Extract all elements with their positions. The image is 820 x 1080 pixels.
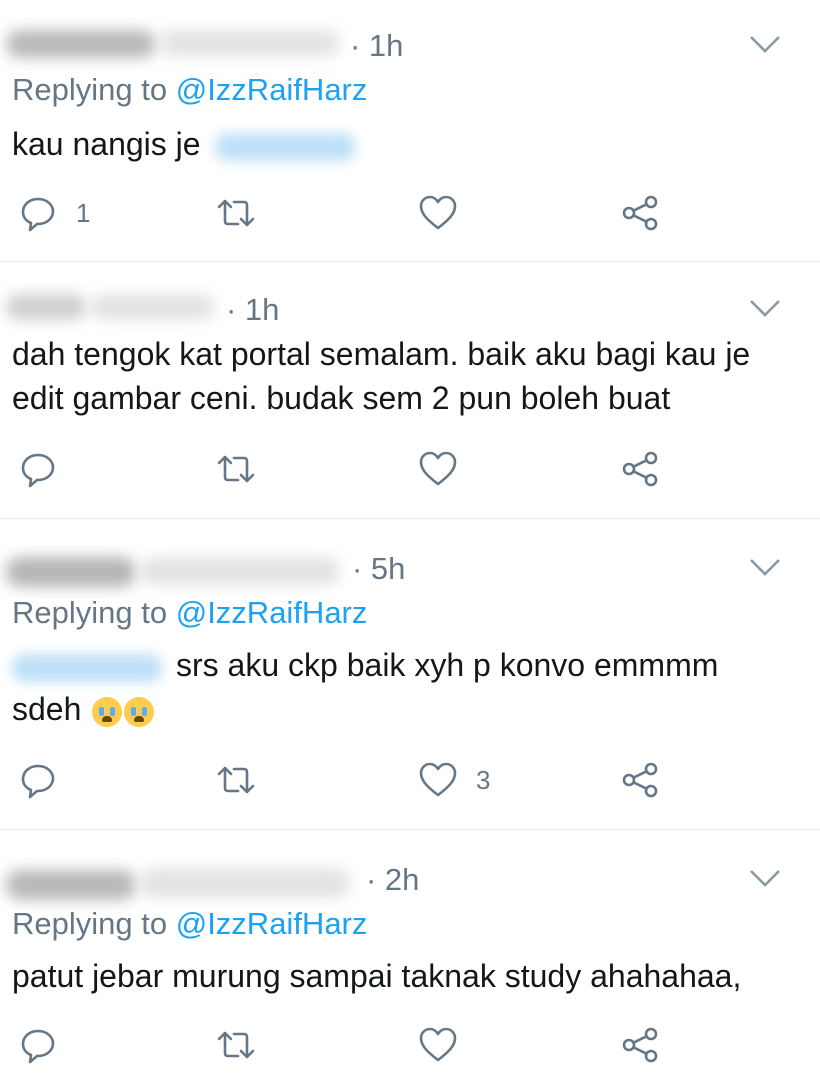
avatar-name-redacted [6, 30, 156, 58]
heart-icon [419, 451, 457, 486]
retweet-icon [217, 455, 255, 483]
crying-face-emoji [124, 696, 155, 727]
username-redacted [140, 868, 350, 898]
reply-count: 1 [76, 197, 91, 228]
share-icon [622, 451, 658, 487]
tweet-text-line: edit gambar ceni. budak sem 2 pun boleh … [12, 380, 671, 416]
tweet-1[interactable]: · 1h Replying to @IzzRaifHarz kau nangis… [0, 0, 820, 262]
mention-redacted[interactable] [12, 653, 162, 682]
share-icon [622, 195, 658, 231]
reply-bubble-icon [21, 197, 55, 232]
share-icon [622, 762, 658, 798]
tweet-text: kau nangis je [12, 122, 356, 166]
tweet-text: patut jebar murung sampai taknak study a… [12, 954, 741, 998]
reply-bubble-icon [21, 453, 55, 488]
tweet-text-line: patut jebar murung sampai taknak study a… [12, 958, 742, 994]
tweet-time: · 1h [350, 28, 404, 63]
tweet-text: srs aku ckp baik xyh p konvo emmmm sdeh [12, 643, 718, 731]
tweet-2[interactable]: · 1h dah tengok kat portal semalam. baik… [0, 262, 820, 519]
reply-bubble-icon [21, 1029, 55, 1064]
tweet-actions [0, 444, 820, 494]
reply-button[interactable] [18, 755, 76, 805]
reply-button[interactable] [18, 1020, 76, 1070]
tweet-time: · 2h [366, 862, 420, 897]
replying-prefix: Replying to [12, 595, 176, 630]
tweet-actions: 1 [0, 188, 820, 238]
avatar-name-redacted [6, 870, 136, 900]
like-button[interactable] [418, 1020, 476, 1070]
replying-to: Replying to @IzzRaifHarz [12, 72, 367, 108]
chevron-down-icon[interactable] [748, 868, 782, 888]
avatar-name-redacted [6, 557, 136, 587]
replying-prefix: Replying to [12, 72, 176, 107]
mention-link[interactable]: @IzzRaifHarz [176, 72, 368, 107]
replying-to: Replying to @IzzRaifHarz [12, 595, 367, 631]
like-button[interactable] [418, 444, 476, 494]
like-count: 3 [476, 764, 491, 795]
share-button[interactable] [620, 1020, 660, 1070]
share-button[interactable] [620, 444, 660, 494]
share-icon [622, 1027, 658, 1063]
tweet-time: · 5h [352, 551, 406, 586]
tweet-actions [0, 1020, 820, 1070]
retweet-icon [217, 766, 255, 794]
retweet-icon [217, 1031, 255, 1059]
reply-button[interactable] [18, 444, 76, 494]
tweet-text-line: srs aku ckp baik xyh p konvo emmmm [176, 647, 719, 683]
tweet-text: dah tengok kat portal semalam. baik aku … [12, 332, 750, 420]
retweet-button[interactable] [216, 1020, 256, 1070]
share-button[interactable] [620, 755, 660, 805]
tweet-3[interactable]: · 5h Replying to @IzzRaifHarz srs aku ck… [0, 519, 820, 830]
chevron-down-icon[interactable] [748, 557, 782, 577]
heart-icon [419, 1027, 457, 1062]
tweet-actions: 3 [0, 755, 820, 805]
retweet-icon [217, 199, 255, 227]
heart-icon [419, 762, 457, 797]
retweet-button[interactable] [216, 188, 256, 238]
tweet-text-line: sdeh [12, 691, 82, 727]
tweet-time: · 1h [226, 292, 280, 327]
reply-button[interactable]: 1 [18, 188, 90, 238]
reply-bubble-icon [21, 764, 55, 799]
chevron-down-icon[interactable] [748, 34, 782, 54]
username-redacted [160, 30, 340, 56]
mention-link[interactable]: @IzzRaifHarz [176, 595, 368, 630]
tweet-text-line: dah tengok kat portal semalam. baik aku … [12, 336, 751, 372]
like-button[interactable] [418, 188, 476, 238]
crying-face-emoji [92, 696, 123, 727]
replying-prefix: Replying to [12, 906, 176, 941]
tweet-4[interactable]: · 2h Replying to @IzzRaifHarz patut jeba… [0, 830, 820, 1080]
mention-redacted[interactable] [215, 132, 356, 161]
username-redacted [90, 294, 215, 320]
like-button[interactable]: 3 [418, 755, 490, 805]
share-button[interactable] [620, 188, 660, 238]
tweet-text-line: kau nangis je [12, 126, 201, 162]
retweet-button[interactable] [216, 755, 256, 805]
mention-link[interactable]: @IzzRaifHarz [176, 906, 368, 941]
chevron-down-icon[interactable] [748, 298, 782, 318]
username-redacted [140, 557, 340, 585]
retweet-button[interactable] [216, 444, 256, 494]
replying-to: Replying to @IzzRaifHarz [12, 906, 367, 942]
heart-icon [419, 195, 457, 230]
avatar-name-redacted [6, 294, 86, 320]
